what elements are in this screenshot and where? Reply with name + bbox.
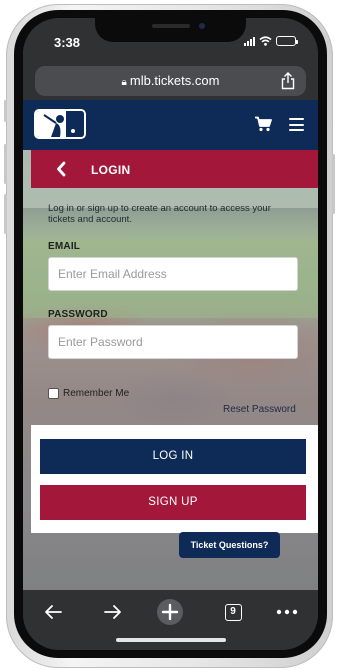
tabs-count-icon[interactable]: 9 [219,598,247,626]
email-input[interactable] [49,258,297,290]
remember-me[interactable]: Remember Me [48,388,129,399]
mute-switch [4,100,7,122]
batter-silhouette-icon [36,111,84,137]
cart-icon[interactable] [254,116,272,132]
forward-arrow-icon[interactable] [99,598,127,626]
login-intro-text: Log in or sign up to create an account t… [48,203,271,225]
remember-me-checkbox[interactable] [48,388,59,399]
status-time: 3:38 [54,35,81,50]
power-button [332,154,335,214]
login-header-bar: LOGIN [31,150,318,188]
more-options-icon[interactable] [273,598,301,626]
address-bar[interactable]: 🔒︎ mlb.tickets.com [35,66,306,96]
url-text[interactable]: 🔒︎ mlb.tickets.com [35,73,306,88]
chevron-left-icon[interactable] [56,161,66,177]
web-page: LOGIN Log in or sign up to create an acc… [23,100,318,590]
url-label: mlb.tickets.com [129,73,220,88]
tab-count: 9 [224,603,242,621]
mlb-logo[interactable] [34,109,86,139]
new-tab-plus-icon[interactable] [156,598,184,626]
speaker [152,24,190,28]
phone-screen: 3:38 🔒︎ mlb.tickets.com LOGIN Log in or … [23,18,318,650]
reset-password-link[interactable]: Reset Password [223,404,296,415]
password-label: PASSWORD [48,309,108,320]
remember-me-label: Remember Me [63,388,130,399]
password-input[interactable] [49,326,297,358]
email-label: EMAIL [48,241,81,252]
battery-icon [276,36,298,46]
lock-icon: 🔒︎ [121,77,127,88]
share-icon[interactable] [280,72,296,90]
site-header [23,100,318,150]
signal-icon [244,36,255,46]
home-indicator [116,638,226,642]
back-arrow-icon[interactable] [39,598,67,626]
log-in-button[interactable]: LOG IN [40,439,306,474]
notch [95,18,246,42]
volume-down-button [4,194,7,234]
wifi-icon [259,36,272,46]
sign-up-button[interactable]: SIGN UP [40,485,306,520]
volume-up-button [4,144,7,184]
email-field[interactable] [48,257,298,291]
front-camera [199,23,205,29]
login-title: LOGIN [91,163,131,177]
status-icons [244,36,298,46]
password-field[interactable] [48,325,298,359]
hamburger-menu-icon[interactable] [289,118,304,131]
ticket-questions-button[interactable]: Ticket Questions? [179,532,280,558]
